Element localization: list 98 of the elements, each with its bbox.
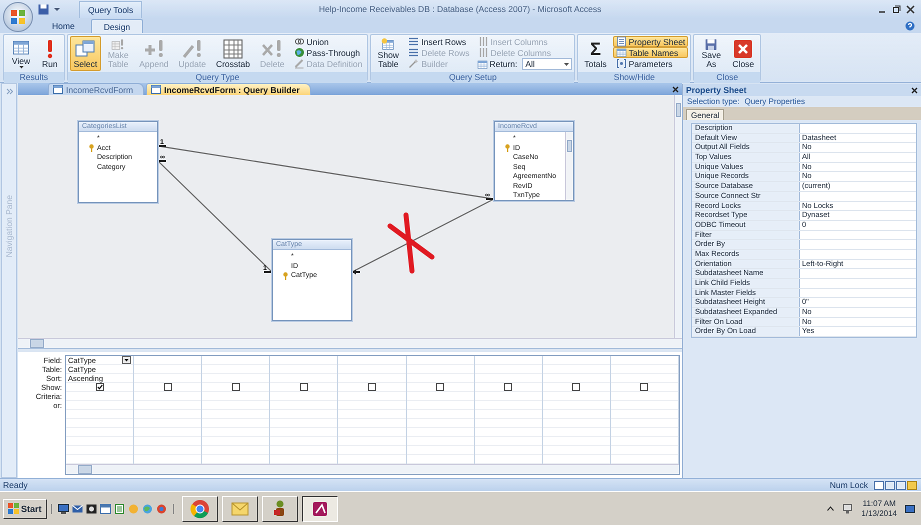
rings-icon bbox=[294, 36, 305, 47]
ribbon-button[interactable]: Select bbox=[70, 36, 102, 71]
columns-icon bbox=[478, 47, 488, 58]
ribbon-button[interactable]: Run bbox=[38, 36, 62, 71]
show-checkbox[interactable] bbox=[572, 383, 580, 391]
close-icon bbox=[732, 38, 754, 60]
clock-time: 11:07 AM bbox=[862, 498, 896, 508]
office-button[interactable] bbox=[3, 2, 33, 32]
network-icon[interactable] bbox=[842, 504, 854, 514]
show-checkbox[interactable] bbox=[504, 383, 512, 391]
cross-mark-drawing bbox=[388, 212, 434, 274]
group-label: Show/Hide bbox=[578, 72, 690, 83]
chevron-up-icon[interactable] bbox=[827, 506, 834, 511]
scrollbar[interactable] bbox=[18, 338, 682, 348]
selection-type-label: Selection type: bbox=[687, 97, 740, 106]
view-switcher-icon[interactable] bbox=[874, 480, 918, 490]
show-checkbox[interactable] bbox=[232, 383, 240, 391]
table-icon bbox=[476, 58, 488, 70]
return-field[interactable]: All bbox=[522, 58, 572, 70]
scrollbar[interactable] bbox=[565, 132, 573, 200]
selection-type-value: Query Properties bbox=[744, 97, 805, 106]
help-icon[interactable] bbox=[905, 20, 915, 30]
ribbon-button[interactable]: Save As bbox=[696, 36, 726, 71]
brackets-icon bbox=[616, 58, 627, 69]
document-tab[interactable]: IncomeRcvdForm bbox=[48, 83, 144, 95]
show-checkbox[interactable] bbox=[96, 383, 104, 391]
ribbon-button[interactable]: Show Table bbox=[373, 36, 404, 71]
ribbon-tab[interactable]: Home bbox=[40, 19, 87, 33]
show-checkbox[interactable] bbox=[300, 383, 308, 391]
contextual-tab-label: Query Tools bbox=[79, 0, 142, 18]
window-icon[interactable] bbox=[100, 504, 111, 514]
navigation-pane-label: Navigation Pane bbox=[4, 195, 14, 258]
restore-button[interactable] bbox=[892, 4, 901, 14]
x-exclamation-icon bbox=[261, 38, 284, 60]
show-checkbox[interactable] bbox=[368, 383, 376, 391]
pencil-exclamation-icon bbox=[181, 38, 204, 60]
group-label: Query Type bbox=[68, 72, 368, 83]
rows-icon bbox=[408, 47, 420, 58]
table-icon bbox=[10, 38, 32, 57]
ribbon-button[interactable]: Parameters bbox=[612, 58, 688, 69]
caret-icon bbox=[564, 62, 570, 66]
globe-icon bbox=[294, 47, 305, 58]
num-lock-indicator: Num Lock bbox=[830, 480, 868, 490]
start-button[interactable]: Start bbox=[3, 498, 47, 518]
quick-access-menu-icon[interactable] bbox=[54, 6, 60, 12]
monitor-icon[interactable] bbox=[58, 504, 69, 514]
wand-icon bbox=[408, 58, 420, 69]
return-label: Return: bbox=[474, 58, 520, 70]
ribbon-button[interactable]: View bbox=[6, 36, 36, 71]
square-icon[interactable] bbox=[86, 504, 97, 514]
clock-date: 1/13/2014 bbox=[861, 508, 897, 518]
close-icon[interactable] bbox=[672, 86, 679, 92]
rows-icon bbox=[408, 36, 420, 47]
ribbon-button[interactable]: Insert Rows bbox=[405, 36, 472, 47]
show-checkbox[interactable] bbox=[164, 383, 172, 391]
show-desktop-icon[interactable] bbox=[905, 504, 915, 514]
ribbon-button[interactable]: Σ Totals bbox=[580, 36, 611, 71]
ribbon-button[interactable]: Close bbox=[728, 36, 758, 71]
document-tab[interactable]: IncomeRcvdForm : Query Builder bbox=[146, 83, 311, 95]
save-icon[interactable] bbox=[38, 4, 49, 14]
grid-icon bbox=[222, 38, 244, 60]
group-label: Close bbox=[694, 72, 760, 83]
window-title: Help-Income Receivables DB : Database (Access 2007) - Microsoft Access bbox=[318, 4, 602, 14]
scrollbar[interactable] bbox=[66, 464, 679, 474]
close-icon[interactable] bbox=[911, 86, 918, 94]
ribbon-tab[interactable]: Design bbox=[90, 19, 144, 33]
ribbon-button[interactable]: Crosstab bbox=[212, 36, 254, 71]
exclamation-icon bbox=[46, 38, 54, 60]
pencil-icon bbox=[294, 58, 305, 69]
show-checkbox[interactable] bbox=[640, 383, 648, 391]
squares-icon bbox=[8, 503, 19, 514]
ribbon-button[interactable]: Pass-Through bbox=[290, 47, 366, 58]
close-button[interactable] bbox=[906, 4, 915, 14]
browser-icon[interactable] bbox=[156, 504, 167, 514]
columns-icon bbox=[478, 36, 488, 47]
splitter-handle[interactable] bbox=[18, 348, 682, 352]
property-tab[interactable]: General bbox=[686, 109, 724, 120]
ribbon-button[interactable]: Table Names bbox=[612, 47, 688, 58]
dropdown-button[interactable] bbox=[122, 356, 132, 364]
squares-icon bbox=[10, 9, 26, 25]
group-label: Query Setup bbox=[371, 72, 574, 83]
show-checkbox[interactable] bbox=[436, 383, 444, 391]
taskbar-button[interactable] bbox=[302, 496, 338, 522]
group-label: Results bbox=[4, 72, 64, 83]
table-icon bbox=[151, 85, 162, 94]
scrollbar[interactable] bbox=[674, 95, 682, 338]
circle-icon bbox=[190, 498, 210, 518]
ribbon-button[interactable]: Property Sheet bbox=[612, 36, 688, 47]
status-text: Ready bbox=[3, 480, 28, 490]
table-icon bbox=[616, 47, 627, 58]
join-line[interactable] bbox=[351, 198, 495, 273]
envelope-icon[interactable] bbox=[72, 504, 83, 514]
panel-title: Property Sheet bbox=[686, 85, 746, 95]
plus-exclamation-icon bbox=[142, 38, 165, 60]
ribbon-button[interactable]: Union bbox=[290, 36, 366, 47]
document-icon[interactable] bbox=[114, 504, 125, 514]
sheet-icon bbox=[616, 36, 627, 47]
table-icon bbox=[53, 85, 63, 94]
